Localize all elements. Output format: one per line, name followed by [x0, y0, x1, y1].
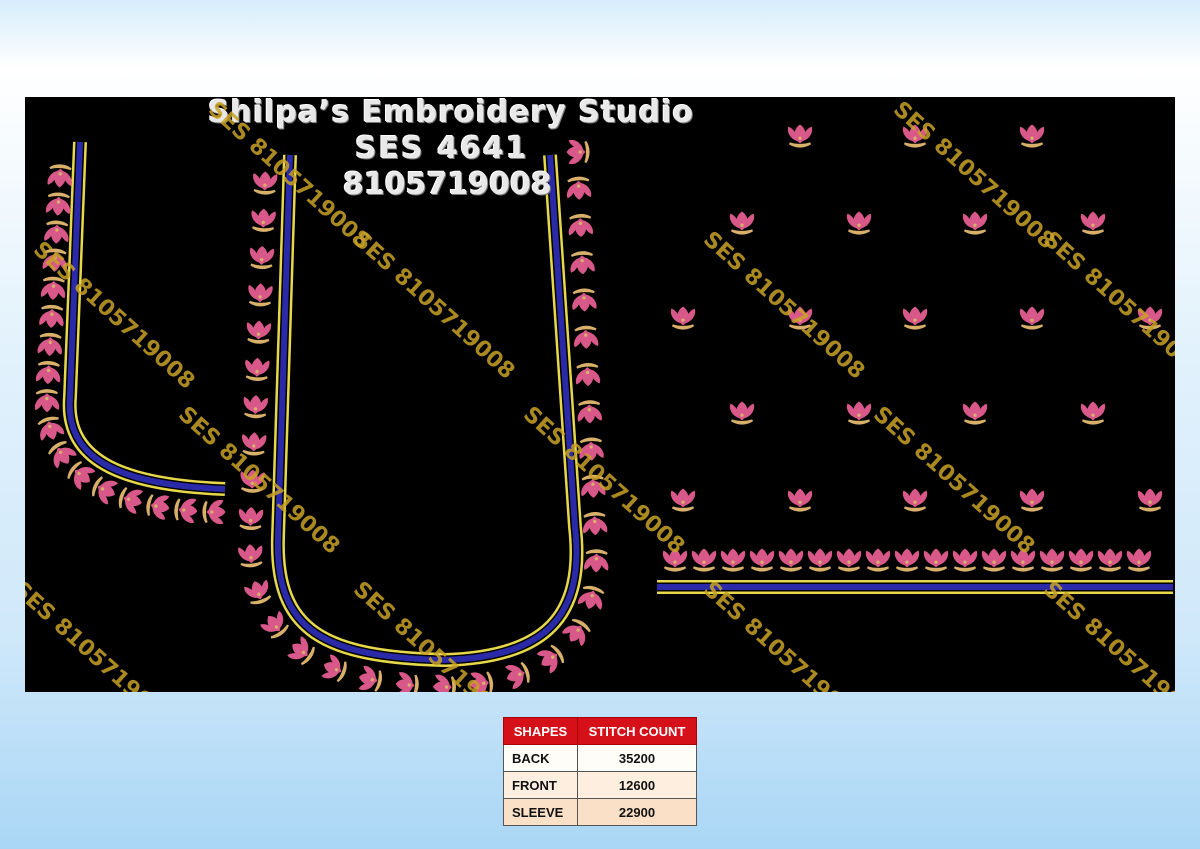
stitch-count: 12600: [577, 771, 697, 799]
flower-motif: [962, 211, 988, 235]
flower-motif: [243, 395, 268, 419]
flower-motif: [807, 548, 833, 572]
flower-motif: [729, 211, 755, 235]
flower-motif: [536, 644, 565, 674]
flower-motif: [836, 548, 862, 572]
shapes-header: SHAPES: [502, 717, 579, 745]
flower-motif: [670, 488, 696, 512]
flower-motif: [981, 548, 1007, 572]
stitch-count-header: STITCH COUNT: [577, 717, 697, 745]
flower-motif: [865, 548, 891, 572]
shape-name: BACK: [502, 744, 579, 772]
flower-motif: [395, 672, 419, 692]
embroidery-design-panel: Shilpa’s Embroidery Studio SES 4641 8105…: [25, 97, 1175, 692]
flower-motif: [35, 361, 61, 385]
flower-motif: [249, 246, 275, 270]
flower-motif: [1126, 548, 1152, 572]
flower-motif: [578, 585, 605, 610]
flower-motif: [202, 499, 226, 525]
studio-name: Shilpa’s Embroidery Studio: [208, 97, 695, 130]
flower-motif: [245, 357, 270, 381]
flower-motif: [582, 512, 608, 536]
flower-motif: [1019, 306, 1045, 330]
flower-motif: [260, 610, 289, 639]
flower-motif: [37, 332, 62, 356]
flower-motif: [358, 665, 382, 692]
flower-motif: [1039, 548, 1065, 572]
flower-motif: [575, 362, 601, 387]
flower-motif: [902, 306, 928, 330]
flower-motif: [1068, 548, 1094, 572]
flower-motif: [894, 548, 920, 572]
flower-motif: [1137, 488, 1163, 512]
flower-motif: [729, 401, 755, 425]
stitch-count: 35200: [577, 744, 697, 772]
flower-motif: [248, 283, 273, 307]
flower-motif: [146, 494, 170, 520]
table-row: SLEEVE 22900: [502, 798, 697, 826]
flower-motif: [670, 306, 696, 330]
flower-motif: [505, 661, 530, 689]
flower-motif: [562, 618, 591, 647]
flower-motif: [238, 544, 263, 568]
flower-motif: [1080, 401, 1106, 425]
stitch-count: 22900: [577, 798, 697, 826]
flower-motif: [570, 251, 595, 275]
flower-motif: [34, 389, 60, 413]
phone-number: 8105719008: [343, 167, 552, 202]
table-row: BACK 35200: [502, 744, 697, 772]
flower-motif: [962, 401, 988, 425]
flower-motif: [584, 549, 609, 573]
flower-motif: [118, 486, 143, 514]
stitch-count-table: SHAPES STITCH COUNT BACK 35200 FRONT 126…: [502, 717, 697, 826]
flower-motif: [37, 416, 65, 441]
shape-name: SLEEVE: [502, 798, 579, 826]
flower-motif: [577, 400, 602, 424]
flower-motif: [1019, 488, 1045, 512]
flower-motif: [749, 548, 775, 572]
flower-motif: [787, 488, 813, 512]
flower-motif: [246, 320, 272, 344]
flower-motif: [321, 654, 347, 683]
flower-motif: [251, 208, 276, 232]
design-code: SES 4641: [355, 131, 529, 166]
flower-motif: [39, 304, 64, 328]
flower-motif: [174, 498, 198, 523]
shape-name: FRONT: [502, 771, 579, 799]
flower-motif: [1097, 548, 1123, 572]
flower-motif: [92, 476, 118, 505]
flower-motif: [1080, 211, 1106, 235]
flower-motif: [923, 548, 949, 572]
flower-motif: [846, 211, 872, 235]
flower-motif: [574, 325, 599, 349]
flower-motif: [287, 636, 315, 666]
flower-motif: [952, 548, 978, 572]
flower-motif: [568, 213, 593, 238]
flower-motif: [691, 548, 717, 572]
flower-motif: [244, 579, 272, 605]
flower-motif: [572, 288, 597, 312]
table-row: FRONT 12600: [502, 771, 697, 799]
flower-motif: [720, 548, 746, 572]
flower-motif: [238, 506, 264, 531]
flower-motif: [778, 548, 804, 572]
flower-motif: [902, 488, 928, 512]
